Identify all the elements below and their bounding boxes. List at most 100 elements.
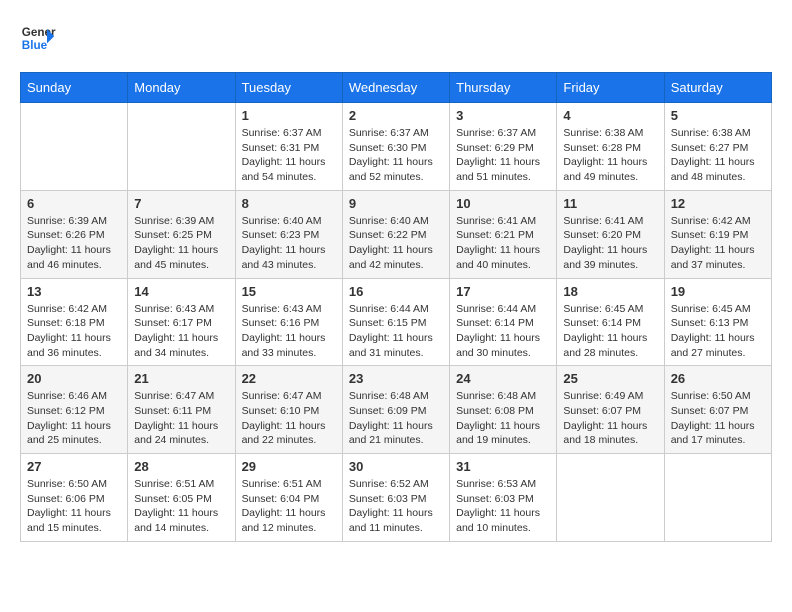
calendar-cell: 1Sunrise: 6:37 AMSunset: 6:31 PMDaylight… <box>235 103 342 191</box>
weekday-header-wednesday: Wednesday <box>342 73 449 103</box>
calendar-cell: 11 Sunrise: 6:41 AMSunset: 6:20 PMDayligh… <box>557 190 664 278</box>
day-number: 7 <box>134 196 228 211</box>
day-number: 28 <box>134 459 228 474</box>
day-info: Sunrise: 6:46 AMSunset: 6:12 PMDaylight:… <box>27 389 121 448</box>
calendar-cell: 2 Sunrise: 6:37 AMSunset: 6:30 PMDaylight… <box>342 103 449 191</box>
day-info: Sunrise: 6:42 AMSunset: 6:18 PMDaylight:… <box>27 302 121 361</box>
calendar-cell: 13 Sunrise: 6:42 AMSunset: 6:18 PMDayligh… <box>21 278 128 366</box>
calendar-cell <box>21 103 128 191</box>
calendar-cell: 12 Sunrise: 6:42 AMSunset: 6:19 PMDayligh… <box>664 190 771 278</box>
weekday-header-saturday: Saturday <box>664 73 771 103</box>
day-info: Sunrise: 6:50 AMSunset: 6:07 PMDaylight:… <box>671 389 765 448</box>
day-number: 24 <box>456 371 550 386</box>
day-number: 15 <box>242 284 336 299</box>
day-number: 11 <box>563 196 657 211</box>
weekday-header-thursday: Thursday <box>450 73 557 103</box>
day-info: Sunrise: 6:53 AMSunset: 6:03 PMDaylight:… <box>456 477 550 536</box>
day-number: 4 <box>563 108 657 123</box>
calendar-cell <box>664 454 771 542</box>
calendar-cell <box>557 454 664 542</box>
calendar-cell: 30 Sunrise: 6:52 AMSunset: 6:03 PMDayligh… <box>342 454 449 542</box>
day-number: 19 <box>671 284 765 299</box>
day-info: Sunrise: 6:47 AMSunset: 6:11 PMDaylight:… <box>134 389 228 448</box>
calendar-cell: 15Sunrise: 6:43 AMSunset: 6:16 PMDayligh… <box>235 278 342 366</box>
day-info: Sunrise: 6:40 AMSunset: 6:23 PMDaylight:… <box>242 214 336 273</box>
calendar-week-5: 27 Sunrise: 6:50 AMSunset: 6:06 PMDayligh… <box>21 454 772 542</box>
calendar-week-3: 13 Sunrise: 6:42 AMSunset: 6:18 PMDayligh… <box>21 278 772 366</box>
calendar-cell: 27 Sunrise: 6:50 AMSunset: 6:06 PMDayligh… <box>21 454 128 542</box>
logo: General Blue <box>20 20 56 56</box>
day-info: Sunrise: 6:43 AMSunset: 6:17 PMDaylight:… <box>134 302 228 361</box>
day-info: Sunrise: 6:51 AMSunset: 6:05 PMDaylight:… <box>134 477 228 536</box>
day-info: Sunrise: 6:41 AMSunset: 6:21 PMDaylight:… <box>456 214 550 273</box>
day-number: 13 <box>27 284 121 299</box>
day-info: Sunrise: 6:39 AMSunset: 6:26 PMDaylight:… <box>27 214 121 273</box>
calendar-cell: 5 Sunrise: 6:38 AMSunset: 6:27 PMDaylight… <box>664 103 771 191</box>
day-info: Sunrise: 6:40 AMSunset: 6:22 PMDaylight:… <box>349 214 443 273</box>
calendar-cell: 14 Sunrise: 6:43 AMSunset: 6:17 PMDayligh… <box>128 278 235 366</box>
day-info: Sunrise: 6:48 AMSunset: 6:09 PMDaylight:… <box>349 389 443 448</box>
calendar-cell: 10 Sunrise: 6:41 AMSunset: 6:21 PMDayligh… <box>450 190 557 278</box>
calendar-cell: 25 Sunrise: 6:49 AMSunset: 6:07 PMDayligh… <box>557 366 664 454</box>
day-number: 16 <box>349 284 443 299</box>
weekday-header-monday: Monday <box>128 73 235 103</box>
calendar-cell: 3 Sunrise: 6:37 AMSunset: 6:29 PMDaylight… <box>450 103 557 191</box>
calendar-cell: 24 Sunrise: 6:48 AMSunset: 6:08 PMDayligh… <box>450 366 557 454</box>
day-info: Sunrise: 6:47 AMSunset: 6:10 PMDaylight:… <box>242 389 336 448</box>
calendar-cell: 22 Sunrise: 6:47 AMSunset: 6:10 PMDayligh… <box>235 366 342 454</box>
day-info: Sunrise: 6:52 AMSunset: 6:03 PMDaylight:… <box>349 477 443 536</box>
day-number: 8 <box>242 196 336 211</box>
day-info: Sunrise: 6:39 AMSunset: 6:25 PMDaylight:… <box>134 214 228 273</box>
day-info: Sunrise: 6:50 AMSunset: 6:06 PMDaylight:… <box>27 477 121 536</box>
day-info: Sunrise: 6:44 AMSunset: 6:15 PMDaylight:… <box>349 302 443 361</box>
calendar-cell: 17Sunrise: 6:44 AMSunset: 6:14 PMDayligh… <box>450 278 557 366</box>
day-number: 29 <box>242 459 336 474</box>
day-number: 6 <box>27 196 121 211</box>
calendar-cell: 19 Sunrise: 6:45 AMSunset: 6:13 PMDayligh… <box>664 278 771 366</box>
day-info: Sunrise: 6:37 AMSunset: 6:31 PMDaylight:… <box>242 126 336 185</box>
weekday-header-row: SundayMondayTuesdayWednesdayThursdayFrid… <box>21 73 772 103</box>
day-info: Sunrise: 6:42 AMSunset: 6:19 PMDaylight:… <box>671 214 765 273</box>
day-info: Sunrise: 6:45 AMSunset: 6:13 PMDaylight:… <box>671 302 765 361</box>
day-info: Sunrise: 6:49 AMSunset: 6:07 PMDaylight:… <box>563 389 657 448</box>
svg-text:Blue: Blue <box>22 39 48 52</box>
day-number: 3 <box>456 108 550 123</box>
day-info: Sunrise: 6:37 AMSunset: 6:29 PMDaylight:… <box>456 126 550 185</box>
calendar-cell: 28 Sunrise: 6:51 AMSunset: 6:05 PMDayligh… <box>128 454 235 542</box>
calendar-week-1: 1Sunrise: 6:37 AMSunset: 6:31 PMDaylight… <box>21 103 772 191</box>
day-info: Sunrise: 6:41 AMSunset: 6:20 PMDaylight:… <box>563 214 657 273</box>
day-info: Sunrise: 6:48 AMSunset: 6:08 PMDaylight:… <box>456 389 550 448</box>
day-number: 27 <box>27 459 121 474</box>
calendar-cell: 31 Sunrise: 6:53 AMSunset: 6:03 PMDayligh… <box>450 454 557 542</box>
calendar-cell: 26 Sunrise: 6:50 AMSunset: 6:07 PMDayligh… <box>664 366 771 454</box>
logo-icon: General Blue <box>20 20 56 56</box>
day-number: 10 <box>456 196 550 211</box>
calendar-cell: 6 Sunrise: 6:39 AMSunset: 6:26 PMDaylight… <box>21 190 128 278</box>
day-info: Sunrise: 6:51 AMSunset: 6:04 PMDaylight:… <box>242 477 336 536</box>
calendar-table: SundayMondayTuesdayWednesdayThursdayFrid… <box>20 72 772 542</box>
day-number: 5 <box>671 108 765 123</box>
day-info: Sunrise: 6:38 AMSunset: 6:28 PMDaylight:… <box>563 126 657 185</box>
day-info: Sunrise: 6:38 AMSunset: 6:27 PMDaylight:… <box>671 126 765 185</box>
calendar-cell: 18Sunrise: 6:45 AMSunset: 6:14 PMDayligh… <box>557 278 664 366</box>
day-info: Sunrise: 6:37 AMSunset: 6:30 PMDaylight:… <box>349 126 443 185</box>
day-number: 31 <box>456 459 550 474</box>
calendar-cell: 7 Sunrise: 6:39 AMSunset: 6:25 PMDaylight… <box>128 190 235 278</box>
day-number: 25 <box>563 371 657 386</box>
day-number: 26 <box>671 371 765 386</box>
day-number: 30 <box>349 459 443 474</box>
calendar-cell: 21Sunrise: 6:47 AMSunset: 6:11 PMDayligh… <box>128 366 235 454</box>
calendar-cell: 8 Sunrise: 6:40 AMSunset: 6:23 PMDaylight… <box>235 190 342 278</box>
calendar-cell: 4 Sunrise: 6:38 AMSunset: 6:28 PMDaylight… <box>557 103 664 191</box>
calendar-cell: 20 Sunrise: 6:46 AMSunset: 6:12 PMDayligh… <box>21 366 128 454</box>
day-number: 14 <box>134 284 228 299</box>
day-number: 2 <box>349 108 443 123</box>
day-number: 9 <box>349 196 443 211</box>
day-number: 12 <box>671 196 765 211</box>
calendar-cell: 23 Sunrise: 6:48 AMSunset: 6:09 PMDayligh… <box>342 366 449 454</box>
day-number: 23 <box>349 371 443 386</box>
day-number: 22 <box>242 371 336 386</box>
day-number: 20 <box>27 371 121 386</box>
calendar-cell: 9 Sunrise: 6:40 AMSunset: 6:22 PMDaylight… <box>342 190 449 278</box>
calendar-cell: 29 Sunrise: 6:51 AMSunset: 6:04 PMDayligh… <box>235 454 342 542</box>
